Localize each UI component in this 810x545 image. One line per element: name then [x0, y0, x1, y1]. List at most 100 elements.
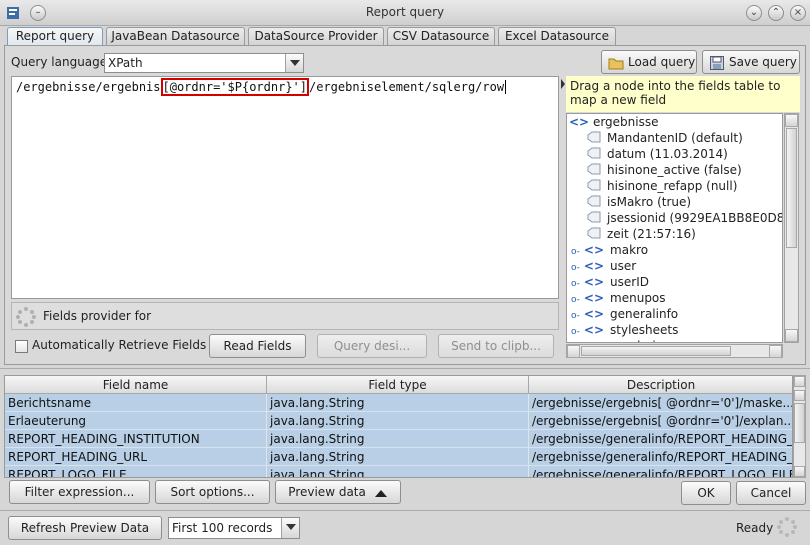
scroll-down-icon[interactable]	[785, 329, 798, 342]
refresh-preview-button[interactable]: Refresh Preview Data	[8, 516, 162, 540]
scroll-up-icon[interactable]	[794, 390, 805, 401]
column-chooser-icon[interactable]	[794, 376, 805, 387]
fields-provider-label: Fields provider for	[43, 309, 152, 323]
tree-node[interactable]: o- <> makro	[571, 242, 648, 258]
title-bar: – Report query ⌄ ⌃ ×	[0, 0, 810, 26]
bottom-separator	[0, 510, 810, 511]
tree-node[interactable]: o- <> menupos	[571, 290, 666, 306]
records-select[interactable]: First 100 records	[168, 517, 300, 539]
fields-provider-panel: Fields provider for	[11, 302, 559, 330]
save-query-button[interactable]: Save query	[702, 50, 800, 74]
tab-report-query[interactable]: Report query	[7, 27, 103, 46]
send-clipboard-button[interactable]: Send to clipb...	[438, 334, 554, 358]
column-header-description[interactable]: Description	[529, 376, 792, 394]
tree-attribute[interactable]: hisinone_refapp (null)	[587, 178, 737, 194]
folder-icon	[608, 58, 624, 70]
minimize-icon[interactable]: ⌄	[746, 5, 762, 21]
expand-icon[interactable]: o-	[571, 311, 580, 321]
sort-options-button[interactable]: Sort options...	[155, 480, 270, 504]
tag-icon	[587, 131, 601, 143]
tab-javabean-datasource[interactable]: JavaBean Datasource	[106, 27, 245, 45]
ok-button[interactable]: OK	[681, 481, 731, 505]
tree-attribute-label: hisinone_refapp (null)	[607, 179, 738, 193]
tree-node[interactable]: o- <> user	[571, 258, 636, 274]
table-cell: java.lang.String	[267, 466, 529, 477]
table-row[interactable]: REPORT_HEADING_URL java.lang.String/ergeb…	[5, 448, 792, 466]
column-header-field-type[interactable]: Field type	[267, 376, 529, 394]
query-text-before: /ergebnisse/ergebnis	[16, 80, 161, 94]
scroll-down-icon[interactable]	[794, 466, 805, 477]
table-vertical-scrollbar[interactable]	[793, 375, 806, 478]
cancel-button[interactable]: Cancel	[736, 481, 806, 505]
element-icon: <>	[583, 275, 605, 289]
read-fields-button[interactable]: Read Fields	[209, 334, 306, 358]
table-cell: java.lang.String	[267, 430, 529, 448]
filter-expression-button[interactable]: Filter expression...	[9, 480, 150, 504]
splitter-arrow-icon[interactable]	[561, 78, 565, 89]
tree-node[interactable]: o-<>ergebnis	[571, 338, 662, 342]
tree-attribute[interactable]: MandantenID (default)	[587, 130, 743, 146]
table-row[interactable]: Berichtsname java.lang.String/ergebnisse/…	[5, 394, 792, 412]
tree-node-label: userID	[610, 275, 649, 289]
expand-icon[interactable]: o-	[571, 279, 580, 289]
column-header-field-name[interactable]: Field name	[5, 376, 267, 394]
scroll-right-icon[interactable]	[769, 345, 782, 358]
element-icon: <>	[583, 259, 605, 273]
tree-horizontal-scrollbar[interactable]	[566, 344, 783, 358]
tree-attribute[interactable]: zeit (21:57:16)	[587, 226, 696, 242]
load-query-button[interactable]: Load query	[601, 50, 697, 74]
tree-vertical-scrollbar[interactable]	[784, 113, 799, 343]
tree-root[interactable]: <> ergebnisse	[569, 114, 659, 130]
tab-csv-datasource[interactable]: CSV Datasource	[387, 27, 495, 45]
tab-datasource-provider[interactable]: DataSource Provider	[248, 27, 384, 45]
tree-node[interactable]: o- <> stylesheets	[571, 322, 678, 338]
table-cell: Erlaeuterung	[5, 412, 267, 430]
window-title: Report query	[365, 5, 445, 19]
chevron-down-icon[interactable]	[281, 518, 299, 538]
query-editor[interactable]: /ergebnisse/ergebnis [@ordnr='$P{ordnr}']…	[11, 76, 559, 299]
tree-attribute[interactable]: datum (11.03.2014)	[587, 146, 728, 162]
query-language-value: XPath	[108, 56, 143, 70]
loading-spinner-icon	[16, 307, 36, 327]
table-scroll-thumb[interactable]	[794, 403, 805, 443]
expand-icon[interactable]: o-	[571, 295, 580, 305]
tree-attribute-label: isMakro (true)	[607, 195, 692, 209]
scroll-left-icon[interactable]	[567, 345, 580, 358]
scroll-thumb[interactable]	[786, 128, 797, 248]
table-row[interactable]: REPORT_LOGO_FILE java.lang.String/ergebni…	[5, 466, 792, 477]
element-icon: <>	[569, 115, 590, 129]
load-query-label: Load query	[628, 55, 696, 69]
expand-icon[interactable]: o-	[571, 247, 580, 257]
fields-table[interactable]: Field name Field type Description Berich…	[4, 375, 793, 478]
table-cell: /ergebnisse/ergebnis[ @ordnr='0']/explan…	[529, 412, 792, 430]
tree-attribute[interactable]: hisinone_active (false)	[587, 162, 742, 178]
table-row[interactable]: Erlaeuterung java.lang.String/ergebnisse/…	[5, 412, 792, 430]
tree-attribute[interactable]: jsessionid (9929EA1BB8E0D895	[587, 210, 783, 226]
element-icon: <>	[583, 323, 605, 337]
tab-excel-datasource[interactable]: Excel Datasource	[498, 27, 616, 45]
tag-icon	[587, 147, 601, 159]
maximize-icon[interactable]: ⌃	[768, 5, 784, 21]
expand-icon[interactable]: o-	[571, 263, 580, 273]
expand-icon[interactable]: o-	[571, 327, 580, 337]
scroll-up-icon[interactable]	[785, 114, 798, 127]
query-language-select[interactable]: XPath	[104, 53, 304, 73]
query-language-label: Query language	[11, 55, 108, 69]
chevron-down-icon[interactable]	[285, 54, 303, 72]
element-icon: <>	[583, 307, 605, 321]
tree-attribute-label: jsessionid (9929EA1BB8E0D895	[607, 211, 783, 225]
save-query-label: Save query	[729, 55, 797, 69]
tree-node[interactable]: o- <> generalinfo	[571, 306, 678, 322]
xml-tree[interactable]: <> ergebnisse MandantenID (default) datum…	[566, 113, 783, 343]
close-icon[interactable]: ×	[790, 5, 806, 21]
tree-node[interactable]: o- <> userID	[571, 274, 649, 290]
auto-retrieve-checkbox[interactable]	[15, 340, 28, 353]
hscroll-thumb[interactable]	[581, 346, 731, 356]
table-row[interactable]: REPORT_HEADING_INSTITUTION java.lang.Stri…	[5, 430, 792, 448]
query-text: /ergebnisse/ergebnis [@ordnr='$P{ordnr}']…	[16, 78, 507, 96]
preview-data-button[interactable]: Preview data	[275, 480, 401, 504]
tree-attribute[interactable]: isMakro (true)	[587, 194, 691, 210]
query-designer-button[interactable]: Query desi...	[317, 334, 427, 358]
split-divider[interactable]	[0, 368, 810, 369]
tree-attribute-label: zeit (21:57:16)	[607, 227, 696, 241]
